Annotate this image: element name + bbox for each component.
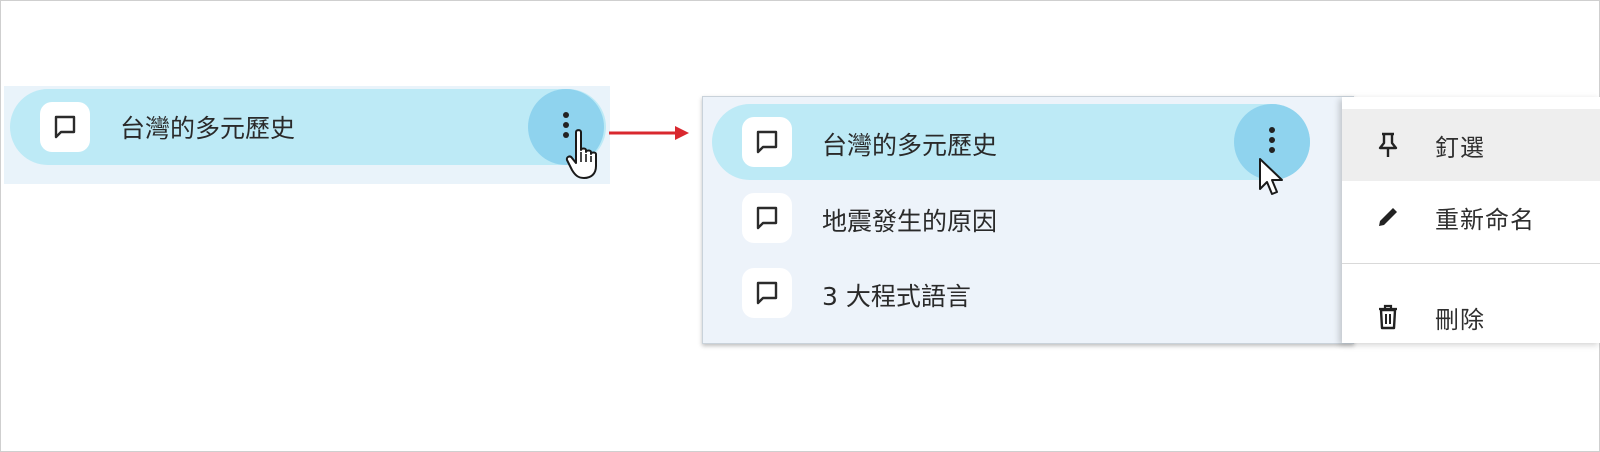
context-menu: 釘選 重新命名 刪除 [1342, 97, 1600, 343]
chat-bubble-icon [742, 193, 792, 243]
pin-icon [1370, 127, 1406, 163]
menu-divider [1342, 263, 1600, 264]
trash-icon [1370, 299, 1406, 335]
pencil-icon [1370, 199, 1406, 235]
menu-item-pin[interactable]: 釘選 [1342, 109, 1600, 181]
chat-title: 台灣的多元歷史 [822, 131, 998, 160]
menu-item-delete[interactable]: 刪除 [1342, 281, 1600, 353]
figure-frame: 台灣的多元歷史 台灣的多元歷史 地震發生的原因 3 大程式語言 釘選 重新命名 … [0, 0, 1600, 452]
menu-item-label: 刪除 [1435, 305, 1485, 334]
chat-bubble-icon [40, 102, 90, 152]
chat-title: 台灣的多元歷史 [120, 114, 296, 143]
menu-item-label: 重新命名 [1435, 205, 1535, 234]
chat-bubble-icon [742, 268, 792, 318]
chat-title: 3 大程式語言 [822, 282, 971, 311]
hand-pointer-cursor [565, 129, 597, 179]
menu-item-rename[interactable]: 重新命名 [1342, 181, 1600, 253]
menu-item-label: 釘選 [1435, 133, 1485, 162]
chat-item[interactable]: 3 大程式語言 [712, 255, 1310, 331]
sidebar-hover-state: 台灣的多元歷史 [4, 86, 610, 184]
chat-item-active[interactable]: 台灣的多元歷史 [712, 104, 1310, 180]
chat-title: 地震發生的原因 [822, 207, 998, 236]
transition-arrow [609, 126, 689, 140]
sidebar-menu-open-state: 台灣的多元歷史 地震發生的原因 3 大程式語言 [702, 96, 1354, 344]
more-vert-icon [1267, 125, 1277, 159]
chat-bubble-icon [742, 117, 792, 167]
chat-item-active[interactable]: 台灣的多元歷史 [10, 89, 606, 165]
chat-item[interactable]: 地震發生的原因 [712, 180, 1310, 256]
arrow-cursor [1259, 158, 1283, 195]
